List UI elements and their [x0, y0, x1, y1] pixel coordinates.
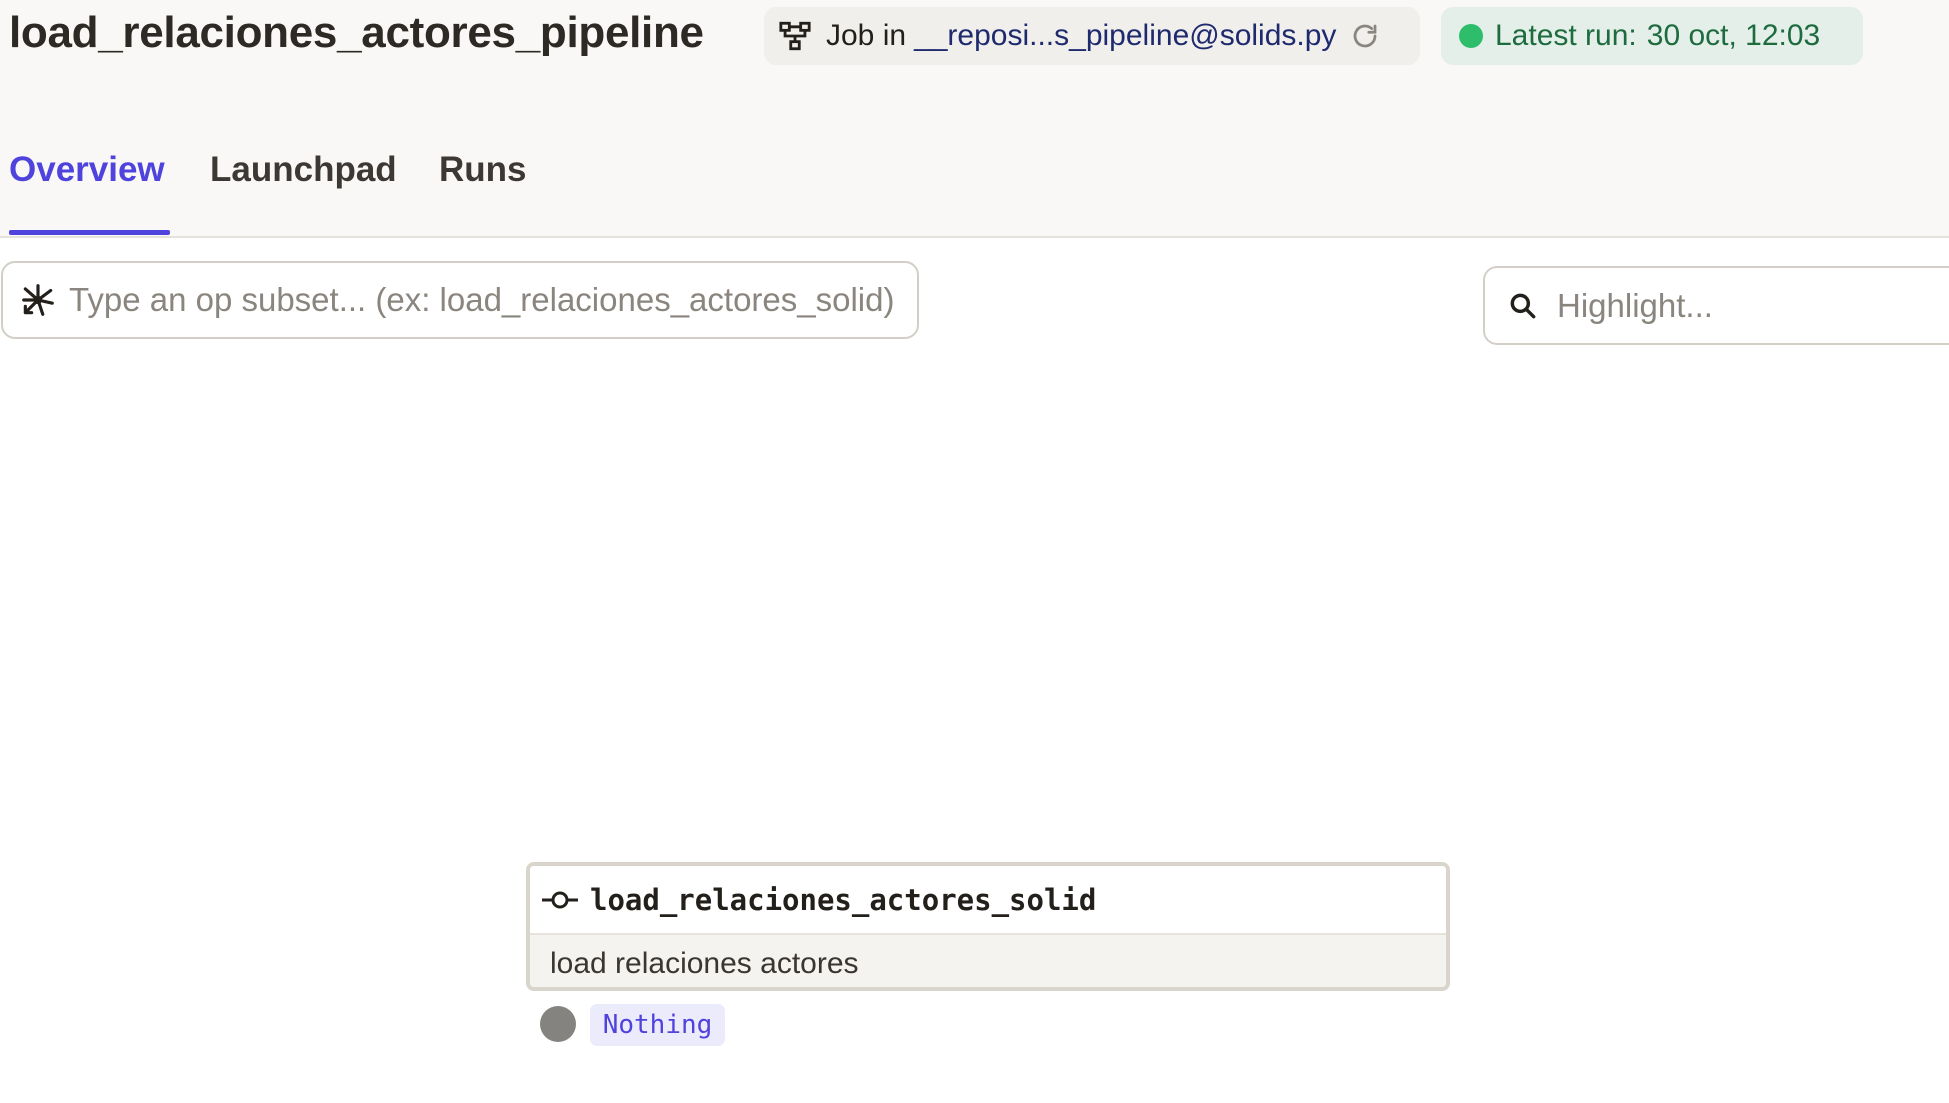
active-tab-indicator — [9, 230, 170, 235]
search-icon — [1507, 288, 1543, 324]
op-selector-icon — [19, 280, 59, 320]
op-name: load_relaciones_actores_solid — [590, 882, 1097, 917]
highlight-input[interactable] — [1557, 286, 1949, 325]
page-header: load_relaciones_actores_pipeline Job in … — [0, 0, 1949, 238]
op-subset-input[interactable] — [69, 281, 909, 319]
op-output-port[interactable] — [540, 1006, 576, 1042]
op-subset-field[interactable] — [1, 261, 919, 339]
tab-overview[interactable]: Overview — [9, 150, 165, 190]
latest-run-label: Latest run: — [1495, 19, 1637, 52]
latest-run-value[interactable]: 30 oct, 12:03 — [1647, 19, 1820, 53]
output-type-badge: Nothing — [590, 1004, 725, 1046]
reload-icon[interactable] — [1350, 19, 1384, 53]
op-node[interactable]: load_relaciones_actores_solid load relac… — [526, 862, 1450, 991]
job-location-link[interactable]: __reposi...s_pipeline@solids.py — [914, 19, 1336, 53]
page-title: load_relaciones_actores_pipeline — [9, 8, 704, 57]
tab-launchpad[interactable]: Launchpad — [210, 150, 397, 190]
job-graph-icon — [778, 18, 814, 54]
op-node-header: load_relaciones_actores_solid — [530, 866, 1446, 935]
highlight-field[interactable] — [1483, 266, 1949, 345]
op-description: load relaciones actores — [530, 935, 1446, 987]
run-status-dot — [1459, 24, 1483, 48]
latest-run-tag[interactable]: Latest run: 30 oct, 12:03 — [1441, 7, 1863, 65]
op-icon — [540, 885, 580, 915]
job-tag-prefix: Job in — [826, 19, 907, 52]
job-location-tag[interactable]: Job in __reposi...s_pipeline@solids.py — [764, 7, 1420, 65]
tab-runs[interactable]: Runs — [439, 150, 527, 190]
